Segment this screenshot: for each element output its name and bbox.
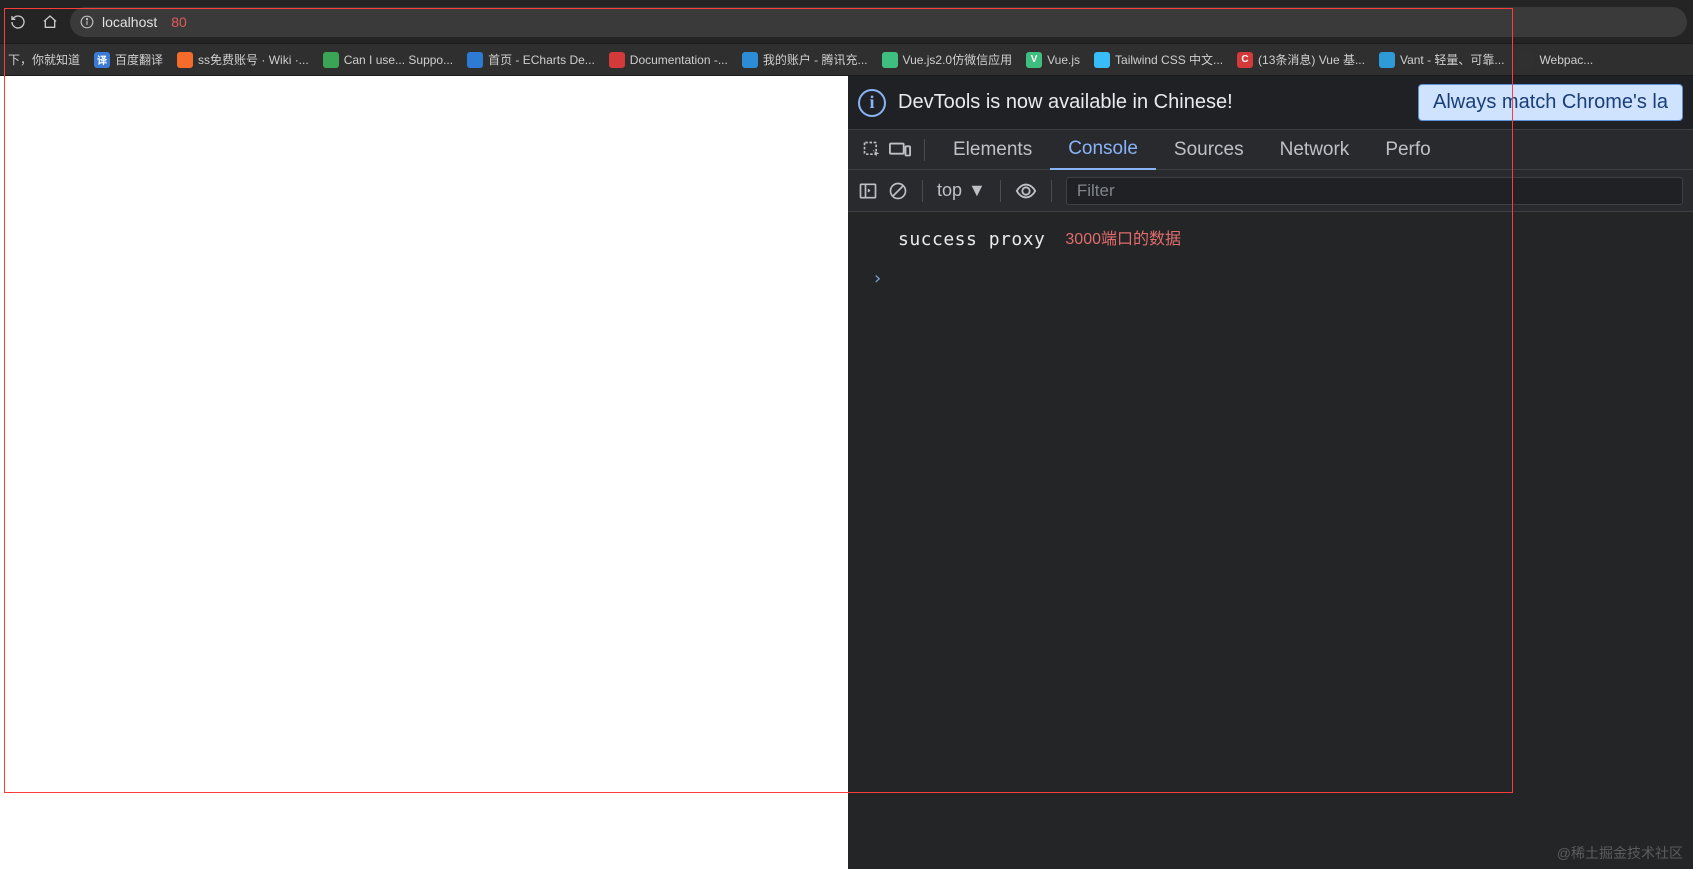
favicon-icon xyxy=(882,52,898,68)
devtools-tabbar: Elements Console Sources Network Perfo xyxy=(848,130,1693,170)
watermark: @稀土掘金技术社区 xyxy=(1557,843,1683,863)
device-toggle-icon[interactable] xyxy=(886,130,914,170)
favicon-icon: 译 xyxy=(94,52,110,68)
log-message: success proxy xyxy=(898,226,1045,253)
bookmark-item[interactable]: ss免费账号 · Wiki ·... xyxy=(177,51,309,68)
favicon-icon xyxy=(177,52,193,68)
separator xyxy=(1000,180,1001,202)
tab-network[interactable]: Network xyxy=(1262,130,1368,170)
site-info-icon[interactable] xyxy=(80,15,94,29)
tab-performance[interactable]: Perfo xyxy=(1367,130,1448,170)
browser-toolbar: localhost 80 xyxy=(0,0,1693,44)
bookmark-item[interactable]: Webpac... xyxy=(1518,52,1593,68)
address-port-annotation: 80 xyxy=(171,14,187,30)
bookmark-item[interactable]: Can I use... Suppo... xyxy=(323,52,453,68)
favicon-icon xyxy=(467,52,483,68)
favicon-icon xyxy=(1518,52,1534,68)
console-log-line[interactable]: success proxy 3000端口的数据 xyxy=(862,222,1679,265)
address-bar[interactable]: localhost 80 xyxy=(70,7,1687,37)
clear-console-icon[interactable] xyxy=(888,181,908,201)
filter-input[interactable] xyxy=(1066,177,1683,205)
reload-icon[interactable] xyxy=(6,10,30,34)
favicon-icon xyxy=(323,52,339,68)
tab-console[interactable]: Console xyxy=(1050,130,1156,170)
favicon-icon xyxy=(609,52,625,68)
bookmark-item[interactable]: Vant - 轻量、可靠... xyxy=(1379,51,1504,68)
devtools-infobar: i DevTools is now available in Chinese! … xyxy=(848,76,1693,130)
home-icon[interactable] xyxy=(38,10,62,34)
separator xyxy=(924,139,925,161)
separator xyxy=(922,180,923,202)
favicon-icon: C xyxy=(1237,52,1253,68)
console-prompt[interactable]: › xyxy=(862,265,1679,292)
tab-elements[interactable]: Elements xyxy=(935,130,1050,170)
console-output: success proxy 3000端口的数据 › xyxy=(848,212,1693,869)
address-host: localhost xyxy=(102,14,157,30)
tab-sources[interactable]: Sources xyxy=(1156,130,1262,170)
bookmark-item[interactable]: Tailwind CSS 中文... xyxy=(1094,51,1223,68)
infobar-text: DevTools is now available in Chinese! xyxy=(898,91,1233,114)
console-toolbar: top ▼ xyxy=(848,170,1693,212)
bookmark-item[interactable]: Documentation -... xyxy=(609,52,728,68)
favicon-icon xyxy=(742,52,758,68)
log-annotation: 3000端口的数据 xyxy=(1065,228,1181,252)
live-expression-icon[interactable] xyxy=(1015,181,1037,201)
bookmark-item[interactable]: 译百度翻译 xyxy=(94,51,163,68)
bookmark-item[interactable]: 我的账户 - 腾讯充... xyxy=(742,51,868,68)
bookmark-item[interactable]: C(13条消息) Vue 基... xyxy=(1237,51,1365,68)
favicon-icon: V xyxy=(1026,52,1042,68)
favicon-icon xyxy=(1094,52,1110,68)
chevron-down-icon: ▼ xyxy=(968,180,986,201)
bookmark-item[interactable]: VVue.js xyxy=(1026,52,1080,68)
context-selector[interactable]: top ▼ xyxy=(937,180,986,201)
info-icon: i xyxy=(858,89,886,117)
devtools-panel: i DevTools is now available in Chinese! … xyxy=(848,76,1693,869)
bookmark-item[interactable]: 首页 - ECharts De... xyxy=(467,51,595,68)
bookmark-item[interactable]: 下，你就知道 xyxy=(8,51,80,68)
infobar-match-button[interactable]: Always match Chrome's la xyxy=(1418,84,1683,121)
chevron-right-icon: › xyxy=(872,268,883,289)
bookmarks-bar: 下，你就知道 译百度翻译 ss免费账号 · Wiki ·... Can I us… xyxy=(0,44,1693,76)
favicon-icon xyxy=(1379,52,1395,68)
inspect-icon[interactable] xyxy=(858,130,886,170)
sidebar-toggle-icon[interactable] xyxy=(858,181,878,201)
separator xyxy=(1051,180,1052,202)
bookmark-item[interactable]: Vue.js2.0仿微信应用 xyxy=(882,51,1013,68)
page-content xyxy=(0,76,848,869)
